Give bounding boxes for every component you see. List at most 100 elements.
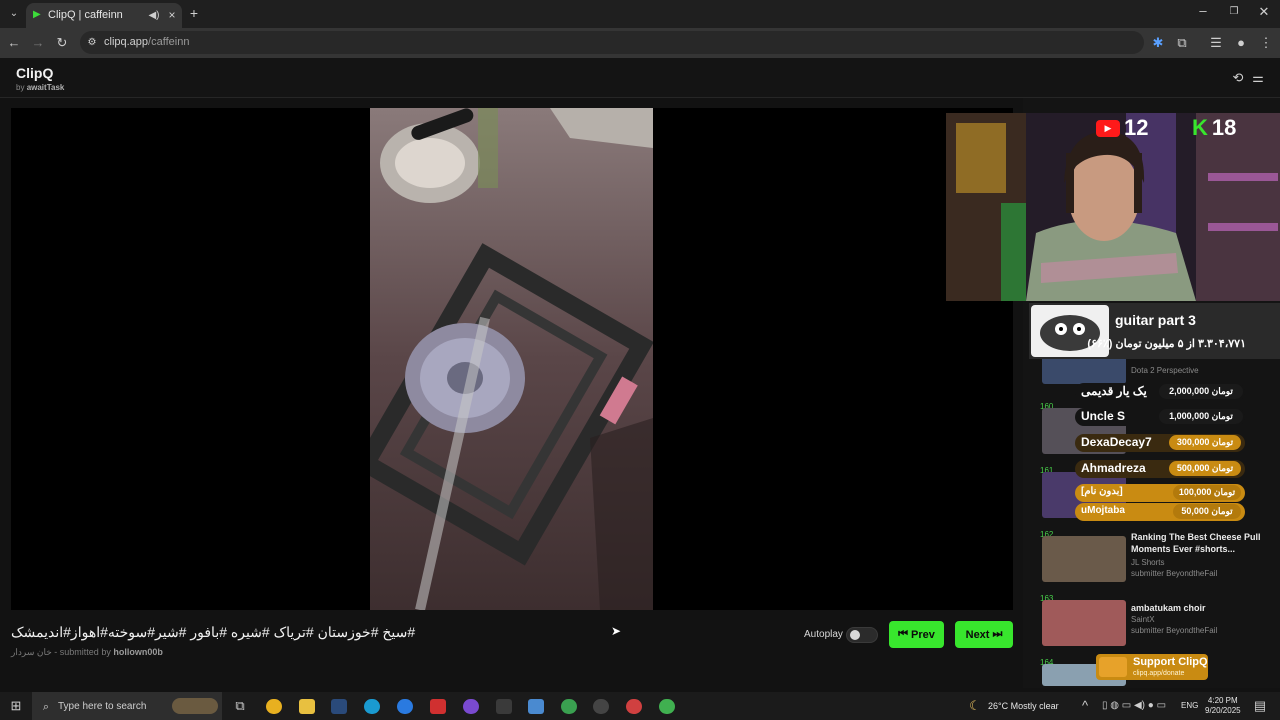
puzzle-extensions-icon[interactable]: ⧉ — [1174, 36, 1190, 50]
kick-icon: K — [1192, 115, 1208, 140]
queue-item[interactable]: 162 Ranking The Best Cheese Pull Moments… — [1040, 530, 1265, 582]
new-tab-icon[interactable]: + — [186, 6, 202, 20]
support-title: Support ClipQ — [1133, 656, 1208, 668]
weather-text[interactable]: 26°C Mostly clear — [988, 701, 1059, 711]
skip-prev-icon: ⏮ — [898, 628, 909, 640]
file-explorer-icon[interactable] — [299, 699, 315, 714]
autoplay-knob — [850, 630, 860, 640]
chrome-active-icon[interactable] — [561, 699, 577, 714]
donation-amount: 300,000 تومان — [1169, 435, 1241, 450]
video-frame[interactable] — [370, 108, 653, 610]
mouse-cursor-icon: ➤ — [610, 624, 622, 638]
clip-title: سیخ #خوزستان #تریاک #شیره #بافور #شیر#سو… — [11, 624, 416, 640]
reload-icon[interactable]: ↻ — [54, 36, 70, 50]
browser-tab-strip: ⌄ ▶ ClipQ | caffeinn ◀) × + – ❐ ✕ — [0, 0, 1280, 28]
app-icon-blue[interactable] — [397, 699, 413, 714]
donation-amount: 100,000 تومان — [1173, 485, 1241, 500]
minimize-icon[interactable]: – — [1195, 4, 1211, 18]
language-indicator[interactable]: ENG — [1181, 701, 1198, 710]
address-bar[interactable]: ⚙ clipq.app/caffeinn — [80, 31, 1144, 54]
autoplay-toggle[interactable] — [846, 627, 878, 643]
browser-menu-icon[interactable]: ⋮ — [1258, 36, 1274, 50]
kick-viewer-count: K 18 — [1192, 115, 1237, 140]
site-info-icon[interactable]: ⚙ — [84, 36, 100, 50]
search-highlight-icon — [172, 698, 218, 714]
next-button[interactable]: Next ⏭ — [955, 621, 1013, 648]
weather-moon-icon: ☾ — [969, 698, 981, 713]
donation-amount: 1,000,000 تومان — [1159, 409, 1243, 424]
close-tab-icon[interactable]: × — [164, 8, 180, 22]
chrome-profile-icon[interactable] — [626, 699, 642, 714]
queue-submitter: submitter BeyondtheFail — [1131, 569, 1218, 578]
chrome-taskbar-icon[interactable] — [266, 699, 282, 714]
tab-title: ClipQ | caffeinn — [48, 9, 123, 21]
app-icon-l[interactable] — [528, 699, 544, 714]
queue-thumbnail — [1042, 536, 1126, 582]
queue-item[interactable]: 163 ambatukam choir SaintX submitter Bey… — [1040, 594, 1265, 646]
task-view-icon[interactable]: ⧉ — [232, 699, 248, 713]
profile-avatar-icon[interactable]: ● — [1233, 36, 1249, 50]
audio-wave-icon[interactable] — [496, 699, 512, 714]
video-content-image — [370, 108, 653, 610]
support-url: clipq.app/donate — [1133, 670, 1185, 677]
donor-name: Ahmadreza — [1081, 461, 1146, 475]
prev-button[interactable]: ⏮ Prev — [889, 621, 944, 648]
tab-search-icon[interactable]: ⌄ — [6, 7, 22, 21]
donation-amount: 50,000 تومان — [1173, 504, 1241, 519]
tray-icons[interactable]: ▯ ◍ ▭ ◀) ● ▭ — [1094, 699, 1174, 713]
windows-taskbar: ⊞ ⌕ Type here to search ⧉ ☾ 26°C Mostly … — [0, 692, 1280, 720]
chrome-profile2-icon[interactable] — [659, 699, 675, 714]
browser-tab[interactable]: ▶ ClipQ | caffeinn ◀) × — [26, 3, 182, 28]
search-placeholder: Type here to search — [58, 701, 147, 712]
media-controls-icon[interactable]: ☰ — [1208, 36, 1224, 50]
app-title: ClipQ — [16, 65, 54, 81]
forward-icon[interactable]: → — [30, 36, 46, 50]
donation-row: DexaDecay7 300,000 تومان — [1075, 434, 1245, 452]
tray-chevron-icon[interactable]: ^ — [1077, 699, 1093, 713]
youtube-viewer-count: ▶ 12 — [1096, 115, 1148, 141]
queue-item[interactable]: Dota 2 Perspective — [1040, 356, 1265, 386]
url-text: clipq.app/caffeinn — [104, 36, 190, 48]
restore-icon[interactable]: ❐ — [1226, 5, 1242, 19]
video-player[interactable] — [11, 108, 1013, 610]
donor-name: یک یار قدیمی — [1081, 384, 1147, 398]
goal-progress: ۳.۳۰۴،۷۷۱ از ۵ میلیون تومان (٪۶۶) — [1087, 338, 1246, 350]
close-window-icon[interactable]: ✕ — [1256, 5, 1272, 19]
clock-app-icon[interactable] — [593, 699, 609, 714]
back-icon[interactable]: ← — [6, 36, 22, 50]
edge-icon[interactable] — [364, 699, 380, 714]
windows-start-icon[interactable]: ⊞ — [8, 699, 24, 713]
play-favicon-icon: ▶ — [33, 9, 41, 20]
support-clipq-banner[interactable]: Support ClipQ clipq.app/donate — [1096, 654, 1208, 680]
steam-icon[interactable] — [331, 699, 347, 714]
donation-row: یک یار قدیمی 2,000,000 تومان — [1075, 383, 1245, 401]
app-icon-purple[interactable] — [463, 699, 479, 714]
history-icon[interactable]: ⟲ — [1230, 71, 1246, 85]
donor-name: [بدون نام] — [1081, 486, 1123, 497]
speaker-icon[interactable]: ◀) — [146, 9, 162, 23]
webcam-image — [946, 113, 1280, 301]
donation-row: [بدون نام] 100,000 تومان — [1075, 484, 1245, 502]
youtube-icon: ▶ — [1096, 119, 1120, 137]
queue-channel: JL Shorts — [1131, 558, 1165, 567]
app-byline: by awaitTask — [16, 83, 65, 92]
clock[interactable]: 4:20 PM 9/20/2025 — [1205, 696, 1241, 716]
queue-submitter: submitter BeyondtheFail — [1131, 626, 1218, 635]
taskbar-search[interactable]: ⌕ Type here to search — [32, 692, 222, 720]
notifications-icon[interactable]: ▤ — [1252, 699, 1268, 713]
donation-row: Ahmadreza 500,000 تومان — [1075, 460, 1245, 478]
donor-name: DexaDecay7 — [1081, 435, 1152, 449]
settings-sliders-icon[interactable]: ⚌ — [1250, 71, 1266, 85]
queue-thumbnail — [1042, 356, 1126, 384]
extension-icon[interactable]: ✱ — [1150, 36, 1166, 50]
donor-name: uMojtaba — [1081, 505, 1125, 516]
donation-amount: 500,000 تومان — [1169, 461, 1241, 476]
streamer-webcam: ▶ 12 K 18 — [946, 113, 1280, 301]
queue-channel: Dota 2 Perspective — [1131, 366, 1199, 375]
app-icon-red[interactable] — [430, 699, 446, 714]
search-icon: ⌕ — [42, 701, 50, 713]
queue-channel: SaintX — [1131, 615, 1155, 624]
clip-meta: خان سردار - submitted by hollown00b — [11, 647, 163, 657]
queue-title: Ranking The Best Cheese Pull Moments Eve… — [1131, 532, 1261, 554]
support-logo-icon — [1099, 657, 1127, 677]
